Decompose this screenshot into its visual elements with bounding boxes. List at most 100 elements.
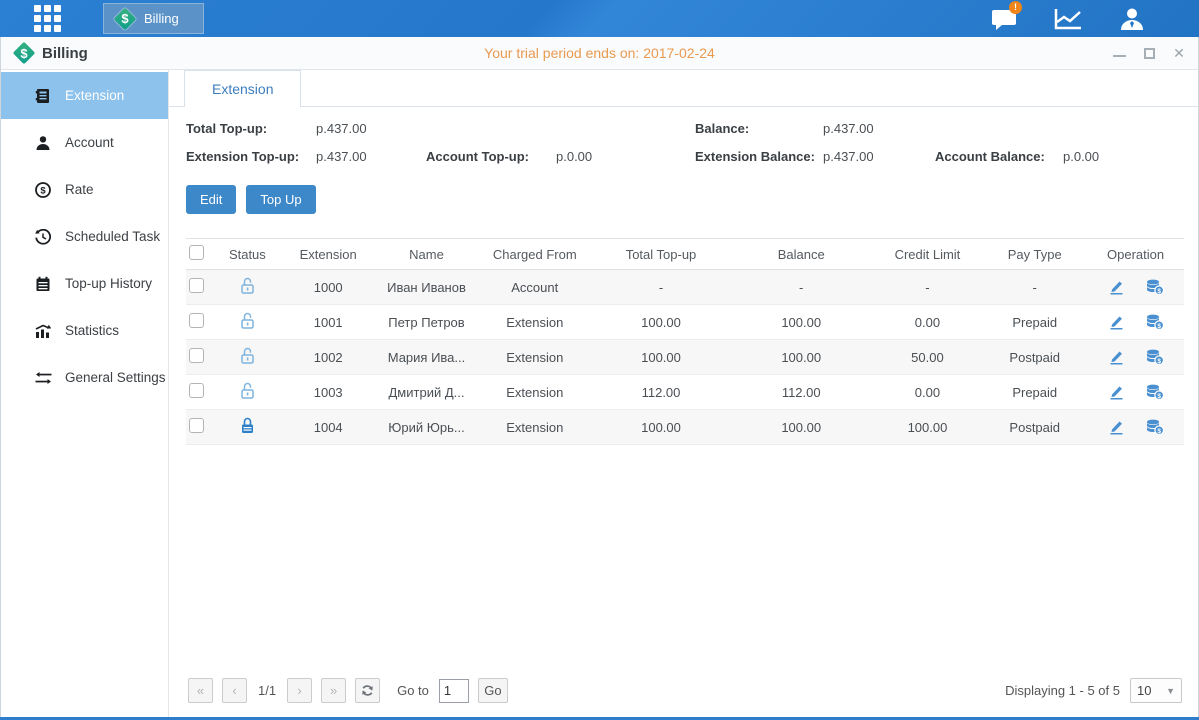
sidebar-item-general-settings[interactable]: General Settings bbox=[1, 354, 168, 401]
top-up-row-icon[interactable]: $ bbox=[1146, 279, 1164, 295]
table-row: 1004 Юрий Юрь... Extension 100.00 100.00… bbox=[186, 410, 1184, 445]
app-grid-icon[interactable] bbox=[34, 5, 61, 32]
row-checkbox[interactable] bbox=[189, 418, 204, 433]
row-checkbox[interactable] bbox=[189, 383, 204, 398]
sidebar-item-account[interactable]: Account bbox=[1, 119, 168, 166]
first-page-button[interactable]: « bbox=[188, 678, 213, 703]
cell-charged_from: Account bbox=[477, 270, 592, 305]
cell-name: Петр Петров bbox=[376, 305, 478, 340]
user-account-icon[interactable] bbox=[1117, 6, 1147, 32]
cell-extension: 1001 bbox=[281, 305, 376, 340]
table-body: 1000 Иван Иванов Account - - - - bbox=[186, 270, 1184, 445]
table-row: 1003 Дмитрий Д... Extension 112.00 112.0… bbox=[186, 375, 1184, 410]
cell-balance: 100.00 bbox=[730, 410, 873, 445]
extension-balance-value: p.437.00 bbox=[823, 149, 935, 164]
sidebar-item-topup-history[interactable]: Top-up History bbox=[1, 260, 168, 307]
trial-notice: Your trial period ends on: 2017-02-24 bbox=[1, 45, 1198, 61]
select-all-checkbox[interactable] bbox=[189, 245, 204, 260]
sidebar-item-label: Statistics bbox=[65, 323, 119, 338]
top-up-row-icon[interactable]: $ bbox=[1146, 314, 1164, 330]
total-topup-value: p.437.00 bbox=[316, 121, 426, 136]
taskbar-tab-billing[interactable]: $ Billing bbox=[103, 3, 204, 34]
edit-row-icon[interactable] bbox=[1108, 279, 1124, 295]
unlocked-icon[interactable] bbox=[240, 347, 255, 364]
rate-icon: $ bbox=[34, 181, 52, 199]
account-topup-label: Account Top-up: bbox=[426, 149, 556, 164]
cell-pay_type: Prepaid bbox=[982, 375, 1087, 410]
cell-charged_from: Extension bbox=[477, 340, 592, 375]
row-checkbox[interactable] bbox=[189, 278, 204, 293]
cell-credit_limit: - bbox=[873, 270, 983, 305]
unlocked-icon[interactable] bbox=[240, 312, 255, 329]
svg-text:$: $ bbox=[1157, 428, 1161, 435]
sidebar-item-extension[interactable]: Extension bbox=[1, 72, 168, 119]
sidebar-item-label: Scheduled Task bbox=[65, 229, 160, 244]
cell-total_topup: 100.00 bbox=[592, 410, 730, 445]
billing-window: $ Billing Your trial period ends on: 201… bbox=[0, 37, 1199, 717]
cell-name: Юрий Юрь... bbox=[376, 410, 478, 445]
col-extension: Extension bbox=[281, 239, 376, 270]
close-icon[interactable]: ✕ bbox=[1172, 46, 1186, 60]
window-title: Billing bbox=[42, 45, 88, 62]
cell-pay_type: Postpaid bbox=[982, 340, 1087, 375]
edit-row-icon[interactable] bbox=[1108, 314, 1124, 330]
top-up-row-icon[interactable]: $ bbox=[1146, 349, 1164, 365]
table-row: 1000 Иван Иванов Account - - - - bbox=[186, 270, 1184, 305]
row-checkbox[interactable] bbox=[189, 348, 204, 363]
top-up-button[interactable]: Top Up bbox=[246, 185, 315, 214]
svg-text:$: $ bbox=[1157, 323, 1161, 330]
row-checkbox[interactable] bbox=[189, 313, 204, 328]
minimize-icon[interactable] bbox=[1113, 49, 1126, 57]
cell-name: Иван Иванов bbox=[376, 270, 478, 305]
next-page-button[interactable]: › bbox=[287, 678, 312, 703]
cell-balance: - bbox=[730, 270, 873, 305]
cell-total_topup: - bbox=[592, 270, 730, 305]
sidebar-item-rate[interactable]: $ Rate bbox=[1, 166, 168, 213]
cell-credit_limit: 0.00 bbox=[873, 305, 983, 340]
desktop: $ Billing ! bbox=[0, 0, 1199, 720]
unlocked-icon[interactable] bbox=[240, 277, 255, 294]
cell-name: Дмитрий Д... bbox=[376, 375, 478, 410]
scheduled-task-icon bbox=[34, 228, 52, 246]
prev-page-button[interactable]: ‹ bbox=[222, 678, 247, 703]
sidebar-item-statistics[interactable]: Statistics bbox=[1, 307, 168, 354]
col-status: Status bbox=[214, 239, 281, 270]
svg-text:$: $ bbox=[1157, 393, 1161, 400]
unlocked-icon[interactable] bbox=[240, 382, 255, 399]
go-button[interactable]: Go bbox=[478, 678, 508, 703]
total-topup-label: Total Top-up: bbox=[186, 121, 316, 136]
goto-page-input[interactable] bbox=[439, 679, 469, 703]
sidebar-item-scheduled-task[interactable]: Scheduled Task bbox=[1, 213, 168, 260]
top-up-row-icon[interactable]: $ bbox=[1146, 384, 1164, 400]
sidebar: Extension Account $ bbox=[1, 70, 169, 717]
table-header-row: Status Extension Name Charged From Total… bbox=[186, 239, 1184, 270]
billing-app-icon: $ bbox=[114, 8, 136, 30]
sidebar-item-label: General Settings bbox=[65, 370, 166, 385]
edit-row-icon[interactable] bbox=[1108, 419, 1124, 435]
locked-icon[interactable] bbox=[240, 417, 255, 434]
account-balance-label: Account Balance: bbox=[935, 149, 1063, 164]
window-header: $ Billing Your trial period ends on: 201… bbox=[1, 37, 1198, 70]
edit-button[interactable]: Edit bbox=[186, 185, 236, 214]
top-up-row-icon[interactable]: $ bbox=[1146, 419, 1164, 435]
cell-total_topup: 100.00 bbox=[592, 305, 730, 340]
pagination-bar: « ‹ 1/1 › » Go t bbox=[186, 672, 1184, 711]
cell-balance: 100.00 bbox=[730, 340, 873, 375]
edit-row-icon[interactable] bbox=[1108, 349, 1124, 365]
messages-icon[interactable]: ! bbox=[989, 6, 1019, 32]
last-page-button[interactable]: » bbox=[321, 678, 346, 703]
cell-balance: 100.00 bbox=[730, 305, 873, 340]
cell-total_topup: 112.00 bbox=[592, 375, 730, 410]
cell-charged_from: Extension bbox=[477, 410, 592, 445]
col-pay-type: Pay Type bbox=[982, 239, 1087, 270]
cell-extension: 1000 bbox=[281, 270, 376, 305]
refresh-button[interactable] bbox=[355, 678, 380, 703]
main-panel: Extension Total Top-up: p.437.00 bbox=[169, 70, 1198, 717]
maximize-icon[interactable] bbox=[1144, 48, 1155, 59]
cell-credit_limit: 100.00 bbox=[873, 410, 983, 445]
cell-pay_type: Postpaid bbox=[982, 410, 1087, 445]
tab-extension[interactable]: Extension bbox=[184, 70, 301, 107]
page-size-select[interactable]: 10 ▼ bbox=[1130, 678, 1182, 703]
reports-chart-icon[interactable] bbox=[1053, 6, 1083, 32]
edit-row-icon[interactable] bbox=[1108, 384, 1124, 400]
